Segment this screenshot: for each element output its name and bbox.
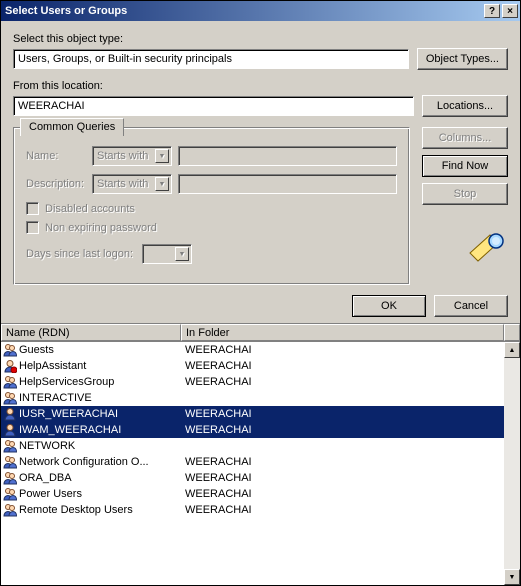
close-button[interactable]: × — [502, 4, 518, 18]
vertical-scrollbar[interactable]: ▲ ▼ — [504, 342, 520, 585]
scroll-up-icon[interactable]: ▲ — [504, 342, 520, 358]
list-item[interactable]: Remote Desktop Users WEERACHAI — [1, 502, 504, 518]
list-item[interactable]: IWAM_WEERACHAI WEERACHAI — [1, 422, 504, 438]
user-icon — [3, 407, 17, 421]
list-item-folder: WEERACHAI — [181, 456, 504, 468]
results-body[interactable]: GuestsWEERACHAIHelpAssistantWEERACHAIHel… — [1, 342, 504, 585]
list-item[interactable]: Network Configuration O... WEERACHAI — [1, 454, 504, 470]
location-label: From this location: — [13, 80, 508, 92]
group-icon — [3, 471, 17, 485]
object-type-label: Select this object type: — [13, 33, 508, 45]
group-icon — [3, 487, 17, 501]
name-combo[interactable]: Starts with ▼ — [92, 146, 172, 166]
user-icon — [3, 423, 17, 437]
results-list: Name (RDN) In Folder GuestsWEERACHAIHelp… — [1, 323, 520, 585]
group-icon — [3, 375, 17, 389]
group-icon — [3, 343, 17, 357]
list-item[interactable]: NETWORK — [1, 438, 504, 454]
column-name[interactable]: Name (RDN) — [1, 324, 181, 341]
list-item-folder: WEERACHAI — [181, 504, 504, 516]
list-item-name: IWAM_WEERACHAI — [19, 424, 121, 436]
common-queries-group: Common Queries Name: Starts with▼ Descri… — [13, 127, 410, 285]
days-since-combo[interactable]: ▼ — [142, 244, 192, 264]
list-item[interactable]: ORA_DBA WEERACHAI — [1, 470, 504, 486]
user-icon — [3, 359, 17, 373]
list-item-folder: WEERACHAI — [181, 424, 504, 436]
stop-button[interactable]: Stop — [422, 183, 508, 205]
titlebar: Select Users or Groups ? × — [1, 1, 520, 21]
list-item-name: Power Users — [19, 488, 82, 500]
column-folder[interactable]: In Folder — [181, 324, 504, 341]
list-item[interactable]: Guests WEERACHAI — [1, 342, 504, 358]
list-item[interactable]: HelpServicesGroup WEERACHAI — [1, 374, 504, 390]
titlebar-title: Select Users or Groups — [5, 5, 484, 17]
list-item-folder: WEERACHAI — [181, 488, 504, 500]
list-item[interactable]: Power Users WEERACHAI — [1, 486, 504, 502]
list-item[interactable]: INTERACTIVE — [1, 390, 504, 406]
help-button[interactable]: ? — [484, 4, 500, 18]
name-combo-text: Starts with — [97, 150, 148, 162]
group-icon — [3, 455, 17, 469]
dialog-select-users-groups: Select Users or Groups ? × Select this o… — [0, 0, 521, 586]
list-item[interactable]: HelpAssistant WEERACHAI — [1, 358, 504, 374]
list-item-name: Remote Desktop Users — [19, 504, 133, 516]
list-item-name: Guests — [19, 344, 54, 356]
object-type-field[interactable]: Users, Groups, or Built-in security prin… — [13, 49, 409, 69]
find-now-button[interactable]: Find Now — [422, 155, 508, 177]
list-item-name: ORA_DBA — [19, 472, 72, 484]
nonexpiring-label: Non expiring password — [45, 222, 157, 234]
description-combo-text: Starts with — [97, 178, 148, 190]
list-item-folder: WEERACHAI — [181, 472, 504, 484]
results-header: Name (RDN) In Folder — [1, 324, 520, 342]
scroll-track[interactable] — [504, 358, 520, 569]
disabled-checkbox[interactable] — [26, 202, 39, 215]
chevron-down-icon[interactable]: ▼ — [155, 149, 169, 163]
name-input[interactable] — [178, 146, 397, 166]
name-label: Name: — [26, 150, 86, 162]
list-item[interactable]: IUSR_WEERACHAI WEERACHAI — [1, 406, 504, 422]
list-item-name: HelpAssistant — [19, 360, 86, 372]
description-combo[interactable]: Starts with ▼ — [92, 174, 172, 194]
chevron-down-icon[interactable]: ▼ — [175, 247, 189, 261]
group-icon — [3, 391, 17, 405]
list-item-folder: WEERACHAI — [181, 376, 504, 388]
column-spacer — [504, 324, 520, 341]
ok-button[interactable]: OK — [352, 295, 426, 317]
common-queries-tab[interactable]: Common Queries — [20, 118, 124, 136]
cancel-button[interactable]: Cancel — [434, 295, 508, 317]
locations-button[interactable]: Locations... — [422, 95, 508, 117]
list-item-name: HelpServicesGroup — [19, 376, 114, 388]
days-since-label: Days since last logon: — [26, 248, 136, 260]
list-item-folder: WEERACHAI — [181, 408, 504, 420]
columns-button[interactable]: Columns... — [422, 127, 508, 149]
disabled-label: Disabled accounts — [45, 203, 135, 215]
location-field[interactable]: WEERACHAI — [13, 96, 414, 116]
find-icon — [468, 231, 508, 263]
list-item-name: Network Configuration O... — [19, 456, 149, 468]
list-item-folder: WEERACHAI — [181, 360, 504, 372]
list-item-name: IUSR_WEERACHAI — [19, 408, 118, 420]
scroll-down-icon[interactable]: ▼ — [504, 569, 520, 585]
group-icon — [3, 439, 17, 453]
list-item-folder: WEERACHAI — [181, 344, 504, 356]
group-icon — [3, 503, 17, 517]
description-input[interactable] — [178, 174, 397, 194]
list-item-name: INTERACTIVE — [19, 392, 92, 404]
list-item-name: NETWORK — [19, 440, 75, 452]
chevron-down-icon[interactable]: ▼ — [155, 177, 169, 191]
description-label: Description: — [26, 178, 86, 190]
object-types-button[interactable]: Object Types... — [417, 48, 508, 70]
nonexpiring-checkbox[interactable] — [26, 221, 39, 234]
